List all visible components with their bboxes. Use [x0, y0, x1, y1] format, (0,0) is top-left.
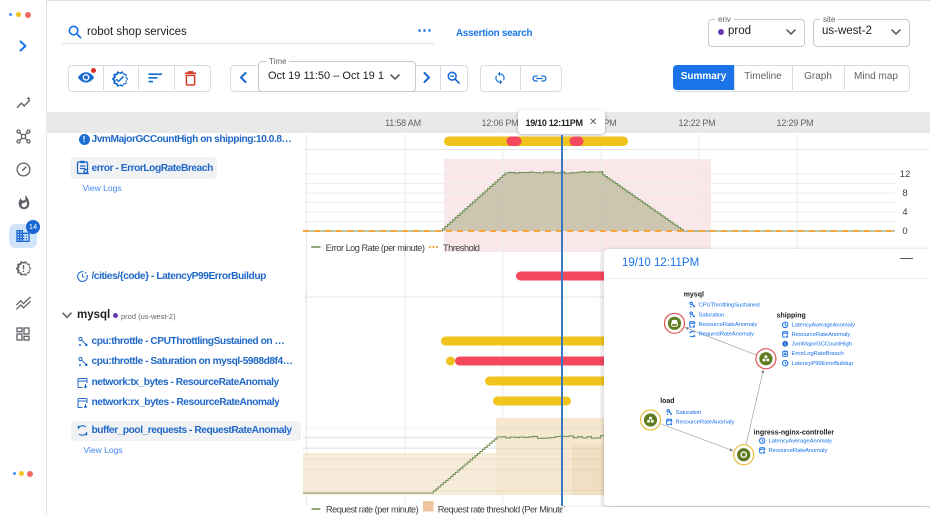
svg-text:Saturation: Saturation — [676, 410, 702, 416]
svg-text:Request rate (per minute): Request rate (per minute) — [326, 504, 419, 514]
svg-text:Request rate threshold (Per Mi: Request rate threshold (Per Minute) — [438, 504, 567, 514]
svg-text:Saturation: Saturation — [699, 313, 725, 319]
svg-text:ingress-nginx-controller: ingress-nginx-controller — [754, 430, 835, 437]
svg-text:shipping: shipping — [777, 313, 806, 320]
svg-text:JvmMajorGCCountHigh: JvmMajorGCCountHigh — [792, 342, 852, 348]
svg-text:RequestRateAnomaly: RequestRateAnomaly — [699, 332, 755, 338]
svg-text:ResourceRateAnomaly: ResourceRateAnomaly — [676, 420, 735, 426]
svg-text:Threshold: Threshold — [443, 243, 480, 253]
svg-text:mysql: mysql — [684, 292, 704, 299]
svg-text:ErrorLogRateBreach: ErrorLogRateBreach — [792, 351, 844, 357]
svg-text:ResourceRateAnomaly: ResourceRateAnomaly — [792, 332, 851, 338]
svg-text:LatencyAverageAnomaly: LatencyAverageAnomaly — [792, 322, 855, 328]
svg-text:Error Log Rate (per minute): Error Log Rate (per minute) — [326, 243, 425, 253]
svg-text:CPUThrottlingSustained: CPUThrottlingSustained — [699, 303, 760, 309]
svg-text:LatencyAverageAnomaly: LatencyAverageAnomaly — [769, 438, 832, 444]
svg-text:load: load — [660, 398, 674, 405]
svg-text:ResourceRateAnomaly: ResourceRateAnomaly — [699, 322, 758, 328]
svg-text:LatencyP99ErrorBuildup: LatencyP99ErrorBuildup — [792, 361, 854, 367]
svg-text:ResourceRateAnomaly: ResourceRateAnomaly — [769, 448, 828, 454]
